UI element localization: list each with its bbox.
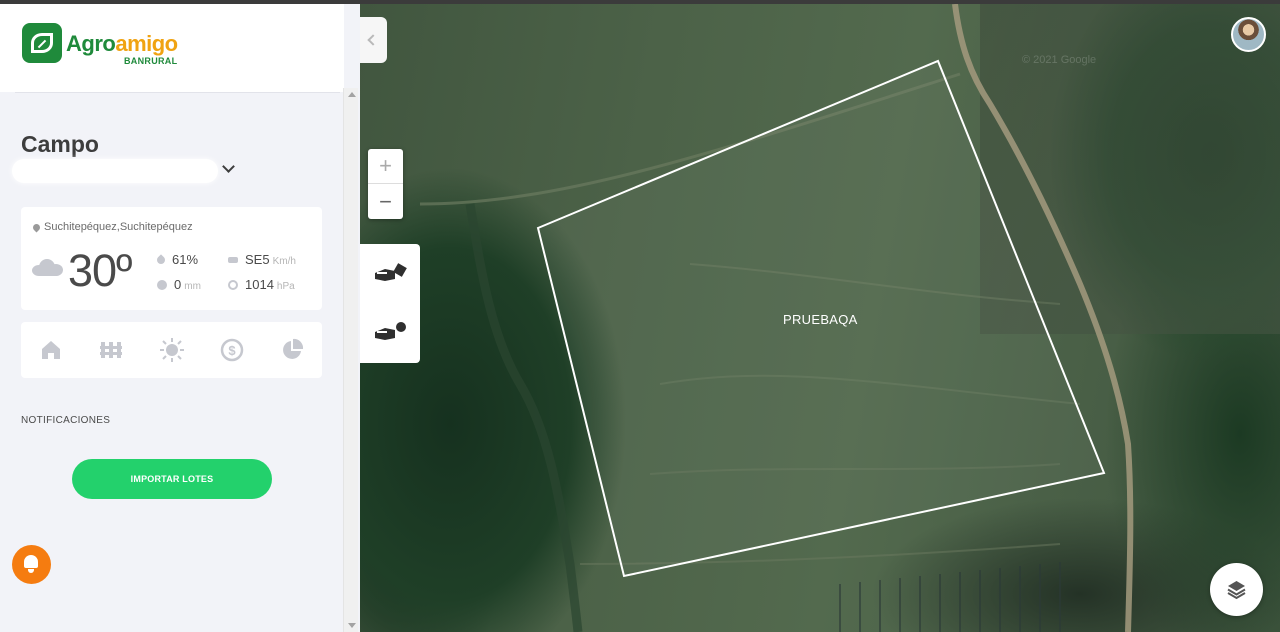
pressure-gauge-icon (228, 279, 238, 290)
user-avatar[interactable] (1231, 17, 1266, 52)
draw-point-icon[interactable] (373, 320, 409, 346)
temperature: 30º (68, 245, 132, 296)
leaf-logo-icon (22, 23, 62, 63)
weather-location: Suchitepéquez,Suchitepéquez (31, 221, 193, 233)
map-attribution: © 2021 Google (1022, 54, 1097, 66)
notifications-heading: NOTIFICACIONES (21, 415, 111, 426)
bell-icon (24, 555, 38, 568)
wind: SE5 Km/h (228, 252, 296, 267)
nav-card: $ (21, 322, 322, 378)
svg-text:$: $ (228, 343, 236, 358)
farm-selector[interactable] (12, 156, 240, 186)
page-title: Campo (21, 131, 99, 157)
weather-card: Suchitepéquez,Suchitepéquez 30º 61% 0 mm … (21, 207, 322, 310)
divider (15, 92, 340, 93)
pie-chart-icon[interactable] (280, 338, 304, 362)
notifications-bell-button[interactable] (12, 545, 51, 584)
rain-cloud-icon (157, 279, 167, 290)
brand-name: Agroamigo (66, 31, 178, 56)
layers-icon (1227, 581, 1246, 600)
home-icon[interactable] (39, 338, 63, 362)
sidebar: Agroamigo BANRURAL Campo Suchitepéquez,S… (0, 4, 360, 632)
collapse-sidebar-button[interactable] (360, 17, 387, 63)
scroll-down-arrow-icon[interactable] (348, 623, 356, 628)
rainfall: 0 mm (157, 277, 201, 292)
humidity: 61% (155, 252, 198, 267)
sun-icon[interactable] (160, 338, 184, 362)
brand-subtitle: BANRURAL (124, 56, 178, 66)
location-text: Suchitepéquez,Suchitepéquez (44, 221, 193, 233)
draw-polygon-icon[interactable] (373, 261, 409, 287)
scroll-up-arrow-icon[interactable] (348, 92, 356, 97)
satellite-map[interactable]: © 2021 Google PRUEBAQA + − (360, 4, 1280, 632)
farm-selector-value (12, 159, 218, 183)
cloud-icon (32, 259, 63, 276)
chevron-left-icon (367, 34, 379, 46)
zoom-out-button[interactable]: − (368, 184, 403, 219)
layers-button[interactable] (1210, 563, 1263, 616)
fence-icon[interactable] (99, 338, 123, 362)
import-lots-button[interactable]: IMPORTAR LOTES (72, 459, 272, 499)
lot-label[interactable]: PRUEBAQA (783, 312, 858, 327)
zoom-in-button[interactable]: + (368, 149, 403, 184)
draw-tools-panel (360, 244, 420, 363)
pressure: 1014 hPa (228, 277, 295, 292)
humidity-drop-icon (155, 253, 167, 266)
dollar-icon[interactable]: $ (220, 338, 244, 362)
zoom-control: + − (368, 149, 403, 219)
logo[interactable]: Agroamigo BANRURAL (0, 4, 344, 92)
sidebar-scrollbar[interactable] (343, 88, 358, 632)
location-pin-icon (31, 222, 42, 232)
chevron-down-icon[interactable] (222, 160, 235, 173)
wind-icon (228, 256, 238, 263)
top-bar (0, 0, 1280, 4)
